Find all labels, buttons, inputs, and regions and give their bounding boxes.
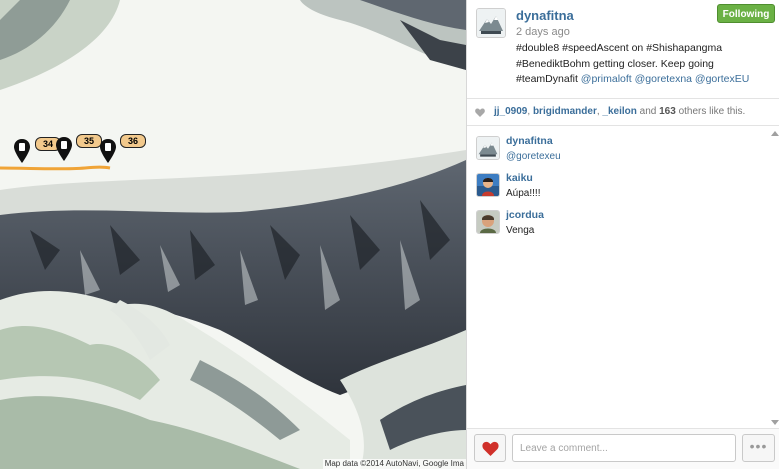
post-sidebar: dynafitna 2 days ago Following #double8 … xyxy=(466,0,780,469)
comment-text: Aúpa!!!! xyxy=(506,188,541,199)
likes-text: jj_0909, brigidmander, _keilon and 163 o… xyxy=(494,106,746,117)
comment-item: jcordua Venga xyxy=(467,204,779,241)
dynafit-avatar-icon xyxy=(477,9,505,37)
likes-suffix: others like this. xyxy=(678,106,746,117)
likes-row: jj_0909, brigidmander, _keilon and 163 o… xyxy=(467,98,779,126)
waypoint-pin[interactable] xyxy=(13,138,31,164)
comment-text[interactable]: @goretexeu xyxy=(506,151,561,162)
likes-connector: and xyxy=(639,106,657,117)
post-header: dynafitna 2 days ago Following #double8 … xyxy=(467,0,780,94)
comment-username[interactable]: jcordua xyxy=(506,209,544,221)
caption-mentions[interactable]: @primaloft @goretexna @gortexEU xyxy=(581,73,750,85)
user-photo-icon xyxy=(477,211,499,233)
liker-name[interactable]: jj_0909 xyxy=(494,106,527,117)
avatar[interactable] xyxy=(476,8,506,38)
satellite-terrain xyxy=(0,0,466,469)
comment-item: kaiku Aúpa!!!! xyxy=(467,167,779,204)
comment-input[interactable] xyxy=(512,434,736,462)
comment-text: Venga xyxy=(506,225,535,236)
comments-scrollbar[interactable] xyxy=(770,128,780,428)
post-timestamp: 2 days ago xyxy=(516,26,570,38)
heart-icon xyxy=(482,441,499,456)
scroll-down-icon[interactable] xyxy=(771,420,779,426)
following-button[interactable]: Following xyxy=(717,4,775,23)
heart-icon xyxy=(475,108,485,117)
map-view[interactable]: 34 35 36 Map data ©2014 AutoNavi, Google… xyxy=(0,0,466,469)
waypoint-pin[interactable] xyxy=(99,138,117,164)
liker-name[interactable]: brigidmander xyxy=(533,106,597,117)
comment-username[interactable]: kaiku xyxy=(506,172,533,184)
comment-list: dynafitna @goretexeu kaiku Aúpa!!!! jcor… xyxy=(467,130,779,241)
waypoint-pin[interactable] xyxy=(55,136,73,162)
waypoint-label: 36 xyxy=(120,134,146,148)
avatar[interactable] xyxy=(476,210,500,234)
liker-name[interactable]: _keilon xyxy=(602,106,636,117)
post-caption: #double8 #speedAscent on #Shishapangma #… xyxy=(516,41,771,88)
post-username[interactable]: dynafitna xyxy=(516,8,574,23)
comment-username[interactable]: dynafitna xyxy=(506,135,553,147)
map-attribution[interactable]: Map data ©2014 AutoNavi, Google Ima xyxy=(322,459,466,469)
likes-count[interactable]: 163 xyxy=(659,106,676,117)
avatar[interactable] xyxy=(476,173,500,197)
avatar[interactable] xyxy=(476,136,500,160)
more-options-button[interactable]: ••• xyxy=(742,434,775,462)
user-photo-icon xyxy=(477,174,499,196)
like-button[interactable] xyxy=(474,434,506,462)
scroll-up-icon[interactable] xyxy=(771,130,779,136)
comment-item: dynafitna @goretexeu xyxy=(467,130,779,167)
comment-bar: ••• xyxy=(467,428,779,469)
dynafit-avatar-icon xyxy=(477,137,499,159)
